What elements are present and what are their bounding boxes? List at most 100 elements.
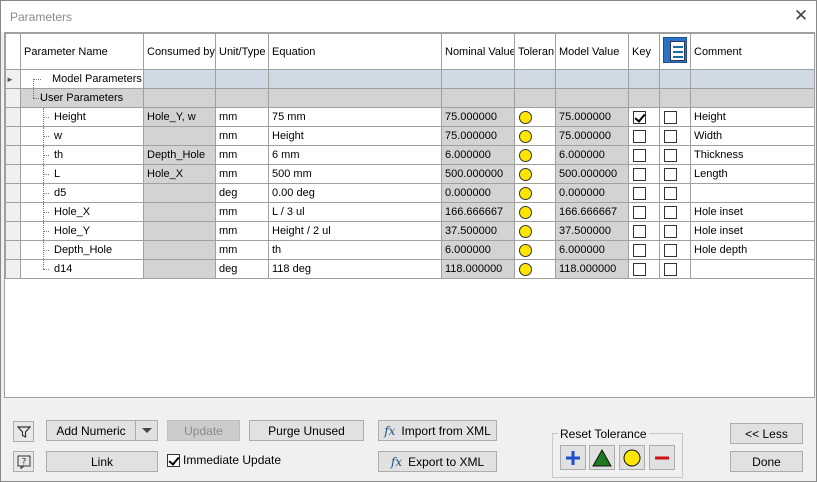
unit-cell[interactable]: mm	[215, 145, 269, 165]
key-checkbox[interactable]	[633, 186, 646, 200]
unit-cell[interactable]: mm	[215, 107, 269, 127]
equation-cell[interactable]: 6 mm	[268, 145, 442, 165]
export-cell[interactable]	[659, 107, 691, 127]
export-cell[interactable]	[659, 164, 691, 184]
tolerance-cell[interactable]	[514, 202, 556, 222]
lower-tolerance-button[interactable]	[649, 445, 675, 470]
equation-cell[interactable]: 75 mm	[268, 107, 442, 127]
unit-cell[interactable]: mm	[215, 202, 269, 222]
row-header[interactable]	[5, 240, 21, 260]
upper-tolerance-button[interactable]	[560, 445, 586, 470]
link-button[interactable]: Link	[46, 451, 158, 472]
tolerance-cell[interactable]	[514, 259, 556, 279]
unit-cell[interactable]: mm	[215, 221, 269, 241]
export-checkbox[interactable]	[664, 167, 677, 181]
unit-cell[interactable]: deg	[215, 259, 269, 279]
key-checkbox[interactable]	[633, 110, 646, 124]
export-to-xml-button[interactable]: fx Export to XML	[378, 451, 497, 472]
col-header-tolerance[interactable]: Toleran	[514, 33, 556, 70]
tolerance-cell[interactable]	[514, 126, 556, 146]
median-tolerance-icon[interactable]	[519, 129, 532, 143]
table-row[interactable]: d5 deg 0.00 deg 0.000000 0.000000	[5, 183, 814, 203]
key-cell[interactable]	[628, 202, 660, 222]
row-header[interactable]	[5, 221, 21, 241]
parameter-name-cell[interactable]: Depth_Hole	[20, 240, 144, 260]
key-cell[interactable]	[628, 240, 660, 260]
key-checkbox[interactable]	[633, 129, 646, 143]
col-header-key[interactable]: Key	[628, 33, 660, 70]
table-row[interactable]: Height Hole_Y, w mm 75 mm 75.000000 75.000000…	[5, 107, 814, 127]
median-tolerance-icon[interactable]	[519, 205, 532, 219]
export-checkbox[interactable]	[664, 148, 677, 162]
filter-icon[interactable]	[13, 421, 34, 442]
key-cell[interactable]	[628, 259, 660, 279]
export-checkbox[interactable]	[664, 129, 677, 143]
median-tolerance-icon[interactable]	[519, 224, 532, 238]
col-header-nominal-value[interactable]: Nominal Value	[441, 33, 515, 70]
equation-cell[interactable]: Height / 2 ul	[268, 221, 442, 241]
parameter-name-cell[interactable]: Height	[20, 107, 144, 127]
expand-arrow-icon[interactable]: ►	[5, 69, 21, 89]
immediate-update-checkbox[interactable]	[167, 453, 180, 467]
update-button[interactable]: Update	[167, 420, 240, 441]
add-numeric-button[interactable]: Add Numeric	[46, 420, 158, 441]
group-label-cell[interactable]: Model Parameters	[20, 69, 144, 89]
col-header-export[interactable]	[659, 33, 691, 70]
export-checkbox[interactable]	[664, 110, 677, 124]
key-cell[interactable]	[628, 221, 660, 241]
help-icon[interactable]: ?	[13, 451, 34, 472]
purge-unused-button[interactable]: Purge Unused	[249, 420, 364, 441]
equation-cell[interactable]: 118 deg	[268, 259, 442, 279]
comment-cell[interactable]: Width	[690, 126, 814, 146]
add-numeric-dropdown-arrow[interactable]	[135, 421, 157, 440]
tolerance-cell[interactable]	[514, 240, 556, 260]
import-from-xml-button[interactable]: fx Import from XML	[378, 420, 497, 441]
parameter-name-cell[interactable]: Hole_X	[20, 202, 144, 222]
parameter-name-cell[interactable]: Hole_Y	[20, 221, 144, 241]
equation-cell[interactable]: Height	[268, 126, 442, 146]
export-cell[interactable]	[659, 240, 691, 260]
median-tolerance-icon[interactable]	[519, 167, 532, 181]
parameter-name-cell[interactable]: d5	[20, 183, 144, 203]
row-header[interactable]	[5, 145, 21, 165]
comment-cell[interactable]: Hole inset	[690, 202, 814, 222]
key-cell[interactable]	[628, 183, 660, 203]
tolerance-cell[interactable]	[514, 183, 556, 203]
equation-cell[interactable]: 0.00 deg	[268, 183, 442, 203]
table-row[interactable]: Hole_X mm L / 3 ul 166.666667 166.666667 Hole…	[5, 202, 814, 222]
equation-cell[interactable]: 500 mm	[268, 164, 442, 184]
row-header[interactable]	[5, 259, 21, 279]
tolerance-cell[interactable]	[514, 145, 556, 165]
done-button[interactable]: Done	[730, 451, 803, 472]
tolerance-cell[interactable]	[514, 164, 556, 184]
median-tolerance-icon[interactable]	[519, 148, 532, 162]
median-tolerance-button[interactable]	[619, 445, 645, 470]
median-tolerance-icon[interactable]	[519, 110, 532, 124]
table-row[interactable]: Depth_Hole mm th 6.000000 6.000000 Hole depth	[5, 240, 814, 260]
export-cell[interactable]	[659, 202, 691, 222]
key-checkbox[interactable]	[633, 148, 646, 162]
parameter-name-cell[interactable]: L	[20, 164, 144, 184]
close-icon[interactable]: ✕	[786, 1, 816, 31]
group-row-model-parameters[interactable]: ► Model Parameters	[5, 69, 814, 89]
table-row[interactable]: w mm Height 75.000000 75.000000 Width	[5, 126, 814, 146]
table-row[interactable]: th Depth_Hole mm 6 mm 6.000000 6.000000 Thickn…	[5, 145, 814, 165]
comment-cell[interactable]: Thickness	[690, 145, 814, 165]
col-header-unit-type[interactable]: Unit/Type	[215, 33, 269, 70]
comment-cell[interactable]: Length	[690, 164, 814, 184]
col-header-comment[interactable]: Comment	[690, 33, 814, 70]
export-cell[interactable]	[659, 145, 691, 165]
export-checkbox[interactable]	[664, 205, 677, 219]
row-header[interactable]	[5, 202, 21, 222]
key-cell[interactable]	[628, 164, 660, 184]
export-checkbox[interactable]	[664, 243, 677, 257]
unit-cell[interactable]: deg	[215, 183, 269, 203]
less-button[interactable]: << Less	[730, 423, 803, 444]
parameter-name-cell[interactable]: d14	[20, 259, 144, 279]
comment-cell[interactable]: Hole depth	[690, 240, 814, 260]
median-tolerance-icon[interactable]	[519, 262, 532, 276]
row-header[interactable]	[5, 164, 21, 184]
row-header[interactable]	[5, 107, 21, 127]
key-cell[interactable]	[628, 145, 660, 165]
comment-cell[interactable]: Hole inset	[690, 221, 814, 241]
